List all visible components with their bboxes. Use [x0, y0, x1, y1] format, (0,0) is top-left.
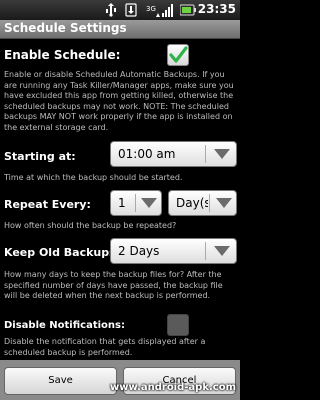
usb-icon [106, 3, 116, 17]
chevron-down-icon [216, 198, 232, 208]
battery-icon [180, 4, 196, 16]
chevron-down-icon [141, 198, 157, 208]
starting-at-description: Time at which the backup should be start… [4, 173, 183, 182]
svg-text:3G: 3G [146, 5, 156, 13]
save-button[interactable]: Save [4, 367, 117, 395]
spinner-divider [205, 145, 206, 163]
disable-notifications-label: Disable Notifications: [4, 320, 125, 331]
repeat-unit-value: Day(s [176, 196, 208, 210]
signal-icon [162, 4, 173, 17]
repeat-number-spinner[interactable]: 1 [110, 190, 162, 216]
enable-schedule-label: Enable Schedule: [4, 48, 121, 62]
watermark: www.android-apk.com [109, 382, 236, 393]
enable-schedule-description: Enable or disable Scheduled Automatic Ba… [4, 70, 234, 132]
keep-old-backups-label: Keep Old Backups: [4, 246, 121, 259]
page-title: Schedule Settings [4, 21, 127, 35]
download-icon [125, 3, 137, 17]
disable-notifications-description: Disable the notification that gets displ… [4, 337, 206, 357]
repeat-unit-spinner[interactable]: Day(s [168, 190, 237, 216]
chevron-down-icon [214, 246, 230, 256]
clock: 23:35 [197, 2, 236, 16]
title-bar: Schedule Settings [0, 20, 240, 39]
repeat-every-description: How often should the backup be repeated? [4, 221, 177, 230]
repeat-every-label: Repeat Every: [4, 198, 91, 211]
spinner-divider [205, 242, 206, 260]
repeat-number-value: 1 [118, 196, 126, 210]
chevron-down-icon [214, 149, 230, 159]
keep-old-backups-spinner[interactable]: 2 Days [110, 238, 237, 264]
status-bar: 3G 23:35 [0, 0, 240, 20]
starting-at-label: Starting at: [4, 150, 76, 163]
network-3g-icon: 3G [146, 5, 160, 17]
spinner-divider [209, 194, 210, 212]
enable-schedule-checkbox[interactable] [167, 44, 189, 66]
disable-notifications-checkbox[interactable] [167, 314, 189, 336]
checkmark-icon [169, 46, 188, 63]
button-bar: Save Cancel [0, 360, 240, 400]
keep-old-backups-description: How many days to keep the backup files f… [4, 270, 223, 301]
starting-at-value: 01:00 am [118, 147, 176, 161]
spinner-divider [135, 194, 136, 212]
starting-at-spinner[interactable]: 01:00 am [110, 141, 237, 167]
keep-old-backups-value: 2 Days [118, 244, 160, 258]
